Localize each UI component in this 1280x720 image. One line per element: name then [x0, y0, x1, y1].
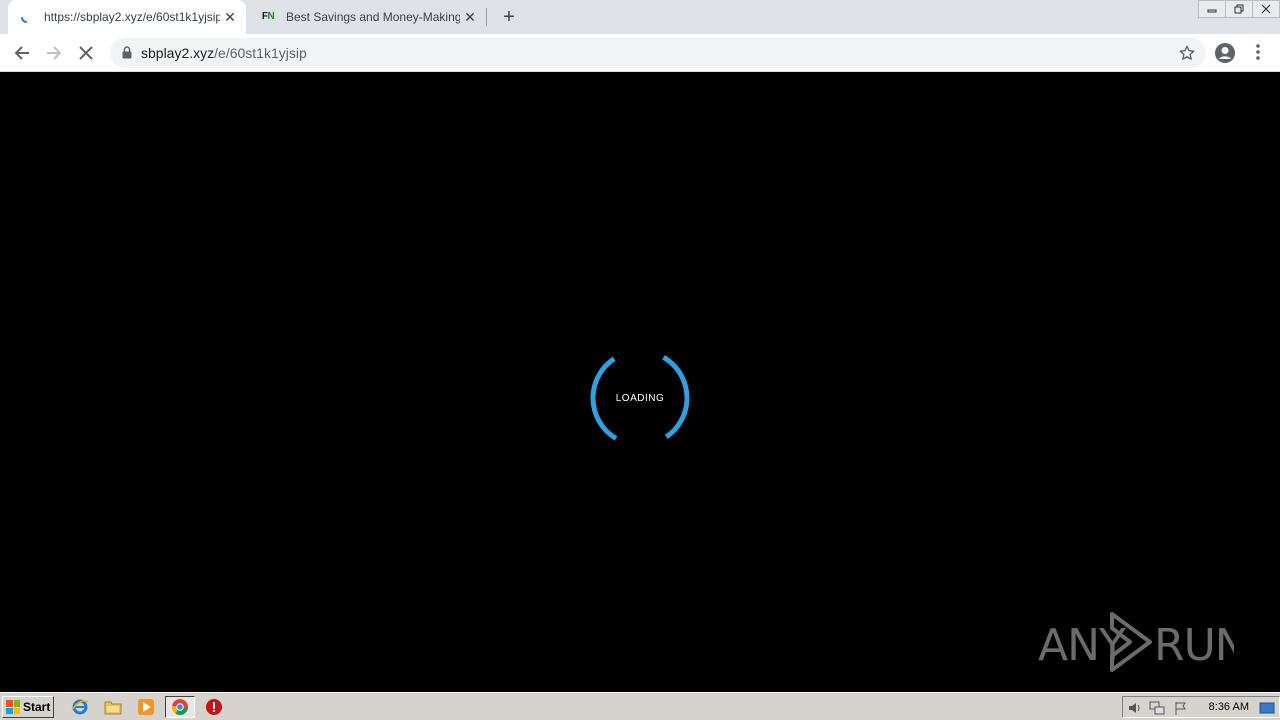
window-controls — [1198, 0, 1280, 18]
restore-button[interactable] — [1225, 0, 1253, 18]
stop-icon — [79, 46, 93, 60]
anyrun-watermark-logo: ANY RUN — [1038, 612, 1234, 672]
tab-close-icon[interactable]: ✕ — [220, 7, 240, 27]
close-window-button[interactable] — [1252, 0, 1280, 18]
action-center-flag-icon[interactable] — [1173, 700, 1189, 716]
tab-strip: https://sbplay2.xyz/e/60st1k1yjsip ✕ FN … — [0, 0, 1280, 34]
url-host: sbplay2.xyz — [141, 45, 215, 61]
tab-inactive[interactable]: FN Best Savings and Money-Making Tips ✕ — [250, 0, 486, 34]
bookmark-star-icon[interactable] — [1178, 44, 1196, 67]
loading-spinner-icon — [18, 9, 34, 25]
arrow-right-icon — [47, 46, 62, 60]
stop-sign-icon[interactable] — [203, 697, 225, 717]
svg-text:RUN: RUN — [1154, 620, 1234, 671]
chrome-taskbar-button[interactable] — [165, 696, 195, 718]
tab-separator — [486, 8, 487, 26]
stop-loading-button[interactable] — [73, 40, 99, 66]
tab-active[interactable]: https://sbplay2.xyz/e/60st1k1yjsip ✕ — [8, 0, 246, 34]
new-tab-button[interactable]: + — [498, 6, 520, 28]
page-content: LOADING ANY RUN — [0, 72, 1280, 692]
start-label: Start — [23, 700, 51, 714]
minimize-button[interactable] — [1198, 0, 1226, 18]
system-tray: 8:36 AM — [1122, 696, 1280, 718]
url-path: /e/60st1k1yjsip — [214, 45, 307, 61]
chrome-icon — [171, 699, 188, 715]
kebab-menu-icon[interactable] — [1250, 42, 1266, 67]
clock[interactable]: 8:36 AM — [1209, 701, 1249, 713]
network-icon[interactable] — [1149, 700, 1165, 716]
windows-flag-icon — [6, 700, 20, 714]
file-explorer-icon[interactable] — [102, 697, 124, 717]
loading-label: LOADING — [615, 393, 665, 404]
lock-icon[interactable] — [122, 46, 132, 64]
profile-avatar-icon[interactable] — [1214, 42, 1236, 69]
tab-close-icon[interactable]: ✕ — [460, 7, 480, 27]
media-player-icon[interactable] — [135, 697, 157, 717]
forward-button[interactable] — [41, 40, 67, 66]
start-button[interactable]: Start — [2, 696, 54, 718]
back-button[interactable] — [9, 40, 35, 66]
browser-toolbar: sbplay2.xyz/e/60st1k1yjsip — [0, 34, 1280, 72]
tab-title: Best Savings and Money-Making Tips — [286, 10, 460, 24]
url-text[interactable]: sbplay2.xyz/e/60st1k1yjsip — [141, 45, 307, 61]
speaker-icon[interactable] — [1127, 700, 1143, 716]
internet-explorer-icon[interactable] — [69, 697, 91, 717]
show-desktop-icon[interactable] — [1259, 700, 1275, 716]
fn-favicon-icon: FN — [261, 11, 275, 22]
windows-taskbar: Start 8:36 AM — [0, 692, 1280, 720]
address-bar[interactable]: sbplay2.xyz/e/60st1k1yjsip — [110, 38, 1206, 68]
tab-title: https://sbplay2.xyz/e/60st1k1yjsip — [44, 10, 220, 24]
arrow-left-icon — [14, 46, 29, 60]
